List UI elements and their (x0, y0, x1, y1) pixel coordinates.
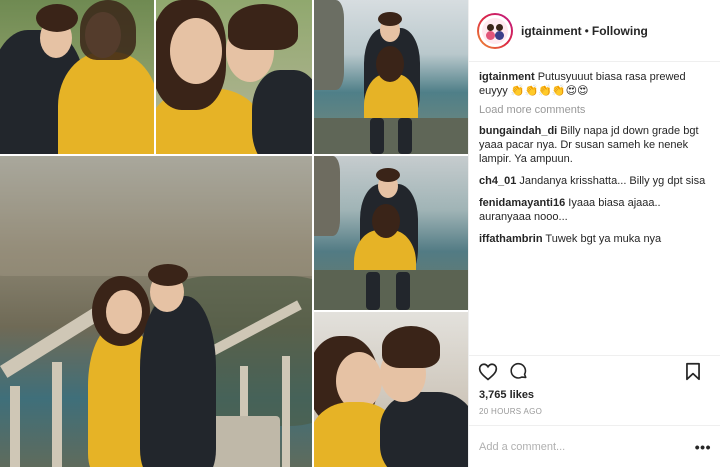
header-separator: • (584, 23, 589, 38)
avatar[interactable] (477, 12, 513, 49)
following-button[interactable]: Following (592, 24, 648, 38)
post-photo[interactable] (0, 0, 468, 467)
more-options-icon[interactable]: ••• (695, 439, 711, 455)
comment-username[interactable]: ch4_01 (479, 175, 516, 187)
photo-tile-4 (0, 156, 312, 467)
load-more-comments[interactable]: Load more comments (479, 103, 715, 117)
action-bar (469, 355, 720, 385)
heart-icon[interactable] (478, 362, 498, 381)
comments-list: igtainment Putusyuuut biasa rasa prewed … (479, 70, 715, 254)
likes-count[interactable]: 3,765 likes (479, 389, 534, 401)
add-comment-bar: ••• (469, 425, 720, 467)
comment-item: fenidamayanti16 Iyaaa biasa ajaaa.. aura… (479, 196, 715, 224)
comment-username[interactable]: iffathambrin (479, 233, 543, 245)
comment-username[interactable]: fenidamayanti16 (479, 197, 565, 209)
post-header: igtainment • Following (469, 0, 720, 62)
photo-tile-1 (0, 0, 154, 154)
post-timestamp[interactable]: 20 HOURS AGO (479, 407, 542, 416)
photo-tile-3 (314, 0, 468, 154)
comment-text: Jandanya krisshatta... Billy yg dpt sisa (519, 175, 706, 187)
comment-username[interactable]: bungaindah_di (479, 125, 557, 137)
caption-username[interactable]: igtainment (479, 71, 535, 83)
comment-item: bungaindah_di Billy napa jd down grade b… (479, 124, 715, 166)
bookmark-icon[interactable] (685, 362, 701, 381)
photo-tile-5 (314, 156, 468, 310)
comment-item: iffathambrin Tuwek bgt ya muka nya (479, 232, 715, 246)
comment-icon[interactable] (509, 362, 529, 381)
avatar-image (482, 17, 508, 44)
username-link[interactable]: igtainment (521, 24, 582, 38)
photo-tile-6 (314, 312, 468, 467)
add-comment-input[interactable] (479, 440, 695, 453)
caption: igtainment Putusyuuut biasa rasa prewed … (479, 70, 715, 98)
comment-item: ch4_01 Jandanya krisshatta... Billy yg d… (479, 174, 715, 188)
photo-tile-2 (156, 0, 312, 154)
post-sidebar: igtainment • Following igtainment Putusy… (468, 0, 720, 467)
comment-text: Tuwek bgt ya muka nya (545, 233, 662, 245)
